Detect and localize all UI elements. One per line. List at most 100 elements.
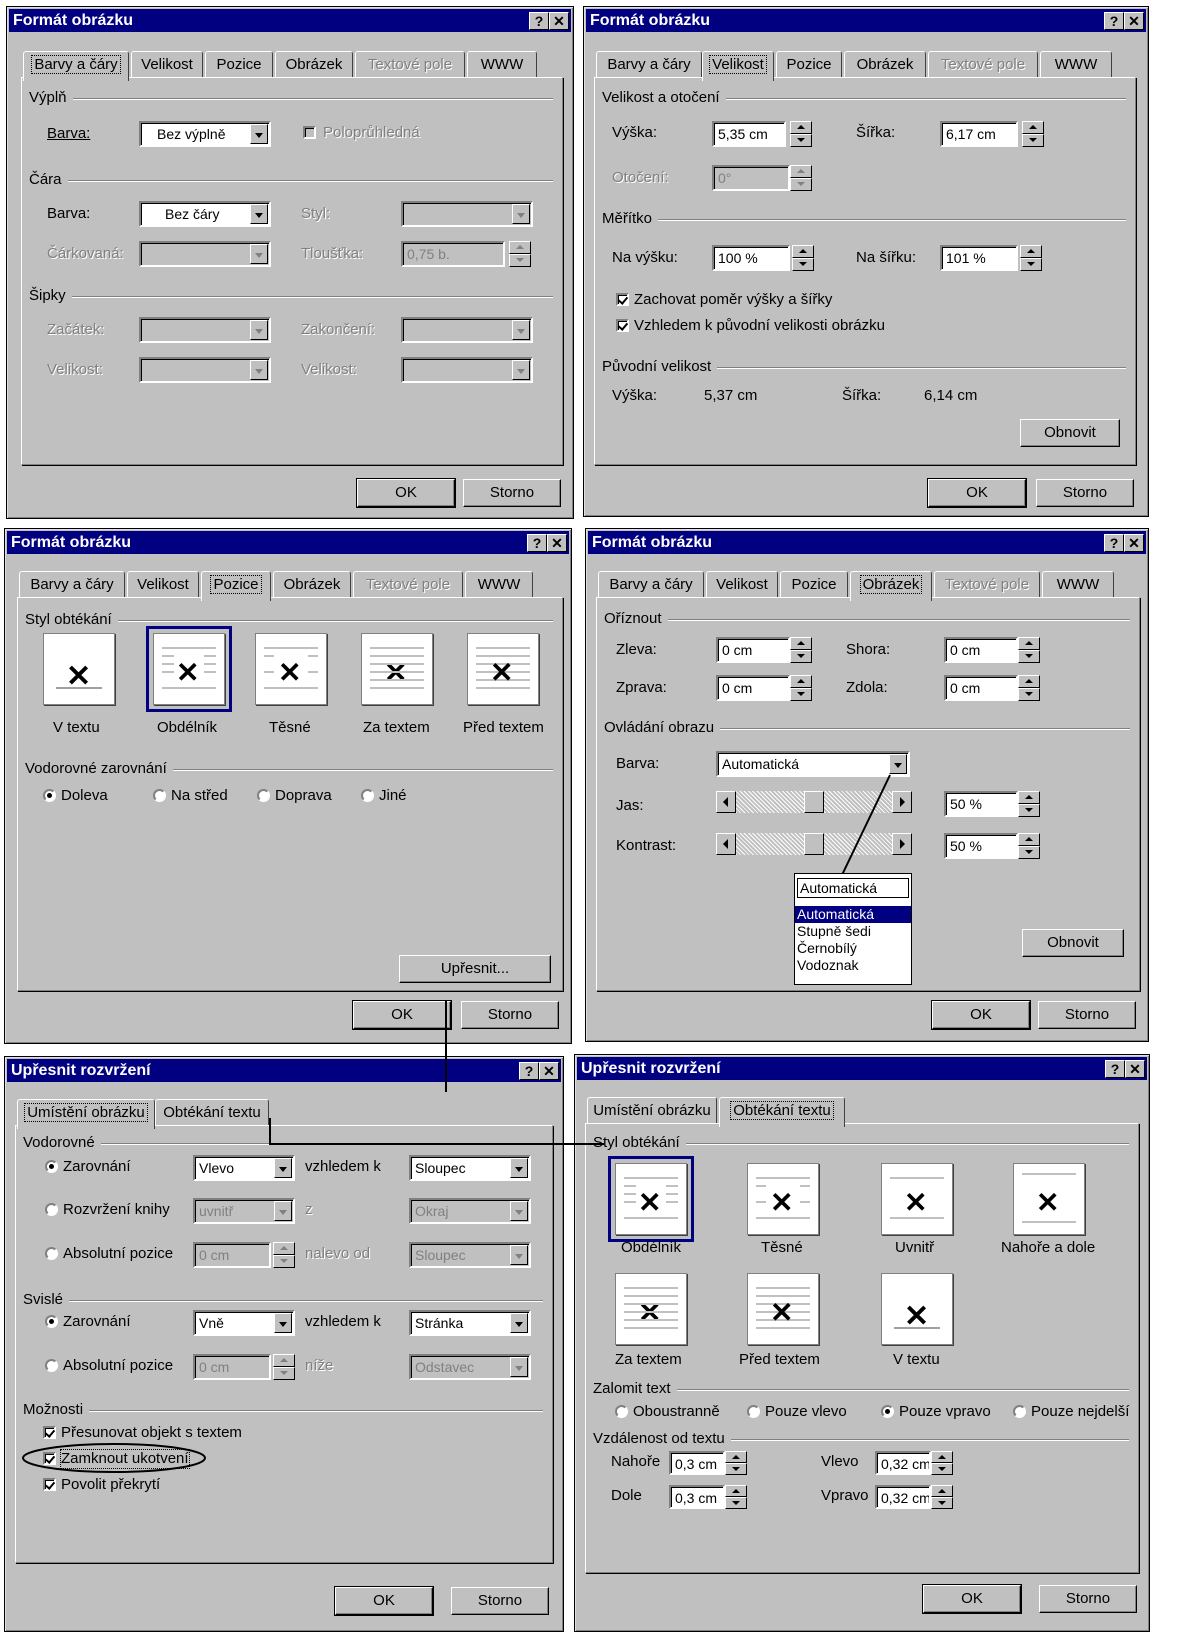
scale-width-field[interactable]: 101 %: [940, 245, 1018, 271]
relative-original-checkbox[interactable]: [616, 319, 629, 332]
scale-height-spinner[interactable]: [792, 245, 814, 271]
halign-left-radio[interactable]: [43, 789, 56, 802]
wrap-square-icon[interactable]: ✕: [608, 1156, 694, 1242]
tab-picture[interactable]: Obrázek: [850, 571, 932, 601]
wrap-tight-icon[interactable]: ✕: [747, 1163, 819, 1235]
advanced-button[interactable]: Upřesnit...: [399, 955, 551, 983]
ok-button[interactable]: OK: [931, 1000, 1031, 1030]
tab-web[interactable]: WWW: [467, 51, 537, 78]
v-absolute-radio[interactable]: [45, 1359, 58, 1372]
wrap-top-bottom-icon[interactable]: ✕: [1013, 1163, 1085, 1235]
close-button[interactable]: ✕: [549, 12, 569, 30]
fill-color-dropdown[interactable]: Bez výplně: [139, 121, 271, 147]
allow-overlap-checkbox[interactable]: [43, 1478, 56, 1491]
height-field[interactable]: 5,35 cm: [712, 121, 786, 147]
lock-anchor-checkbox[interactable]: [43, 1452, 56, 1465]
tab-size[interactable]: Velikost: [127, 571, 199, 598]
distance-top-field[interactable]: 0,3 cm: [669, 1451, 725, 1475]
wrap-inline-icon[interactable]: ✕: [43, 633, 115, 705]
tab-colors-lines[interactable]: Barvy a čáry: [596, 51, 702, 78]
wrap-tight-icon[interactable]: ✕: [255, 633, 327, 705]
tab-picture-position[interactable]: Umístění obrázku: [587, 1097, 717, 1124]
ok-button[interactable]: OK: [352, 1000, 452, 1030]
distance-left-spinner[interactable]: [931, 1451, 953, 1475]
tab-picture-position[interactable]: Umístění obrázku: [17, 1099, 155, 1129]
distance-top-spinner[interactable]: [725, 1451, 747, 1475]
tab-text-wrapping[interactable]: Obtékání textu: [155, 1099, 269, 1126]
height-spinner[interactable]: [790, 121, 812, 147]
lock-ratio-checkbox[interactable]: [616, 293, 629, 306]
wrap-inline-icon[interactable]: ✕: [881, 1273, 953, 1345]
ok-button[interactable]: OK: [356, 478, 456, 508]
halign-right-radio[interactable]: [257, 789, 270, 802]
tab-web[interactable]: WWW: [1040, 51, 1112, 78]
cancel-button[interactable]: Storno: [1036, 479, 1134, 507]
wrap-behind-icon[interactable]: ✕: [361, 633, 433, 705]
distance-left-field[interactable]: 0,32 cm: [875, 1451, 931, 1475]
h-align-radio[interactable]: [45, 1160, 58, 1173]
tab-position[interactable]: Pozice: [776, 51, 842, 78]
help-button[interactable]: ?: [519, 1062, 539, 1080]
ok-button[interactable]: OK: [334, 1586, 434, 1616]
close-button[interactable]: ✕: [539, 1062, 559, 1080]
close-button[interactable]: ✕: [1124, 12, 1144, 30]
wrap-front-icon[interactable]: ✕: [747, 1273, 819, 1345]
cancel-button[interactable]: Storno: [461, 1001, 559, 1029]
distance-bottom-field[interactable]: 0,3 cm: [669, 1485, 725, 1509]
v-align-dropdown[interactable]: Vně: [193, 1310, 295, 1336]
scale-width-spinner[interactable]: [1020, 245, 1042, 271]
wrap-largest-radio[interactable]: [1013, 1405, 1026, 1418]
tab-position[interactable]: Pozice: [201, 571, 271, 601]
tab-position[interactable]: Pozice: [205, 51, 273, 78]
wrap-square-icon[interactable]: ✕: [146, 626, 232, 712]
popup-item-grayscale[interactable]: Stupně šedi: [795, 923, 911, 940]
h-absolute-radio[interactable]: [45, 1247, 58, 1260]
reset-button[interactable]: Obnovit: [1020, 419, 1120, 447]
tab-picture[interactable]: Obrázek: [844, 51, 926, 78]
h-relative-dropdown[interactable]: Sloupec: [409, 1155, 531, 1181]
help-button[interactable]: ?: [529, 12, 549, 30]
cancel-button[interactable]: Storno: [463, 479, 561, 507]
cancel-button[interactable]: Storno: [1039, 1585, 1137, 1613]
distance-bottom-spinner[interactable]: [725, 1485, 747, 1509]
halign-other-radio[interactable]: [361, 789, 374, 802]
line-color-dropdown[interactable]: Bez čáry: [139, 201, 271, 227]
wrap-left-radio[interactable]: [747, 1405, 760, 1418]
tab-colors-lines[interactable]: Barvy a čáry: [23, 51, 129, 81]
tab-colors-lines[interactable]: Barvy a čáry: [19, 571, 125, 598]
popup-item-auto[interactable]: Automatická: [795, 906, 911, 923]
tab-picture[interactable]: Obrázek: [273, 571, 351, 598]
wrap-through-icon[interactable]: ✕: [881, 1163, 953, 1235]
wrap-front-icon[interactable]: ✕: [467, 633, 539, 705]
tab-text-wrapping[interactable]: Obtékání textu: [719, 1097, 845, 1127]
distance-right-field[interactable]: 0,32 cm: [875, 1485, 931, 1509]
halign-center-radio[interactable]: [153, 789, 166, 802]
width-field[interactable]: 6,17 cm: [940, 121, 1018, 147]
popup-item-watermark[interactable]: Vodoznak: [795, 957, 911, 974]
wrap-both-radio[interactable]: [615, 1405, 628, 1418]
tab-size[interactable]: Velikost: [702, 51, 774, 81]
help-button[interactable]: ?: [1105, 1060, 1125, 1078]
help-button[interactable]: ?: [527, 534, 547, 552]
reset-button[interactable]: Obnovit: [1022, 929, 1124, 957]
tab-web[interactable]: WWW: [465, 571, 533, 598]
close-button[interactable]: ✕: [1125, 1060, 1145, 1078]
close-button[interactable]: ✕: [547, 534, 567, 552]
h-book-radio[interactable]: [45, 1203, 58, 1216]
tab-size[interactable]: Velikost: [131, 51, 203, 78]
v-relative-dropdown[interactable]: Stránka: [409, 1310, 531, 1336]
move-with-text-checkbox[interactable]: [43, 1426, 56, 1439]
scale-height-field[interactable]: 100 %: [712, 245, 790, 271]
v-align-radio[interactable]: [45, 1315, 58, 1328]
help-button[interactable]: ?: [1104, 12, 1124, 30]
distance-right-spinner[interactable]: [931, 1485, 953, 1509]
ok-button[interactable]: OK: [922, 1584, 1022, 1614]
width-spinner[interactable]: [1022, 121, 1044, 147]
tab-picture[interactable]: Obrázek: [275, 51, 353, 78]
h-align-dropdown[interactable]: Vlevo: [193, 1155, 295, 1181]
popup-item-bw[interactable]: Černobílý: [795, 940, 911, 957]
cancel-button[interactable]: Storno: [451, 1587, 549, 1615]
wrap-behind-icon[interactable]: ✕: [615, 1273, 687, 1345]
wrap-right-radio[interactable]: [881, 1405, 894, 1418]
ok-button[interactable]: OK: [927, 478, 1027, 508]
